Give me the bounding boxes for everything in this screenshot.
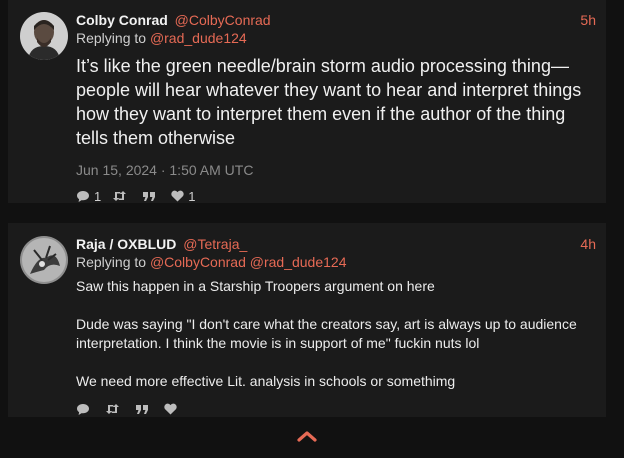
replying-label: Replying to [76, 254, 147, 270]
comment-icon [76, 403, 90, 416]
tweet-actions: 1 1 [76, 188, 596, 204]
author-handle[interactable]: @ColbyConrad [175, 12, 271, 28]
like-count: 1 [188, 188, 196, 204]
tweet-card[interactable]: Colby Conrad @ColbyConrad 5h Replying to… [8, 0, 606, 204]
author-handle[interactable]: @Tetraja_ [183, 236, 247, 252]
reply-button[interactable] [76, 403, 94, 416]
reply-button[interactable]: 1 [76, 189, 101, 204]
post-time[interactable]: 5h [580, 11, 596, 29]
avatar[interactable] [20, 12, 68, 60]
quote-button[interactable] [142, 191, 160, 202]
tweet-card[interactable]: Raja / OXBLUD @Tetraja_ 4h Replying to @… [8, 223, 606, 417]
mention-link[interactable]: @rad_dude124 [250, 254, 347, 270]
repost-button[interactable] [112, 190, 131, 202]
scroll-to-top-button[interactable] [296, 430, 318, 446]
post-time[interactable]: 4h [580, 235, 596, 253]
tweet-text: Saw this happen in a Starship Troopers a… [76, 277, 596, 391]
repost-button[interactable] [105, 403, 124, 415]
reply-count: 1 [94, 188, 102, 204]
replying-label: Replying to [76, 30, 147, 46]
retweet-icon [112, 190, 127, 202]
like-button[interactable]: 1 [171, 189, 195, 204]
author-name[interactable]: Raja / OXBLUD [76, 236, 176, 252]
quote-icon [142, 191, 156, 202]
like-button[interactable] [164, 403, 181, 415]
heart-icon [164, 403, 177, 415]
tweet-actions [76, 401, 596, 417]
tweet-paragraph: Dude was saying "I don't care what the c… [76, 316, 577, 351]
mention-link[interactable]: @ColbyConrad [150, 254, 246, 270]
chevron-up-icon [297, 429, 317, 447]
avatar[interactable] [20, 236, 68, 284]
tweet-text: It’s like the green needle/brain storm a… [76, 56, 582, 148]
author-name[interactable]: Colby Conrad [76, 12, 168, 28]
heart-icon [171, 190, 184, 202]
tweet-paragraph: Saw this happen in a Starship Troopers a… [76, 278, 435, 294]
replying-to: Replying to @rad_dude124 [76, 29, 596, 47]
retweet-icon [105, 403, 120, 415]
quote-icon [135, 404, 149, 415]
comment-icon [76, 190, 90, 203]
tweet-paragraph: We need more effective Lit. analysis in … [76, 373, 456, 389]
mention-link[interactable]: @rad_dude124 [150, 30, 247, 46]
quote-button[interactable] [135, 404, 153, 415]
replying-to: Replying to @ColbyConrad @rad_dude124 [76, 253, 596, 271]
post-date[interactable]: Jun 15, 2024 · 1:50 AM UTC [76, 161, 596, 179]
